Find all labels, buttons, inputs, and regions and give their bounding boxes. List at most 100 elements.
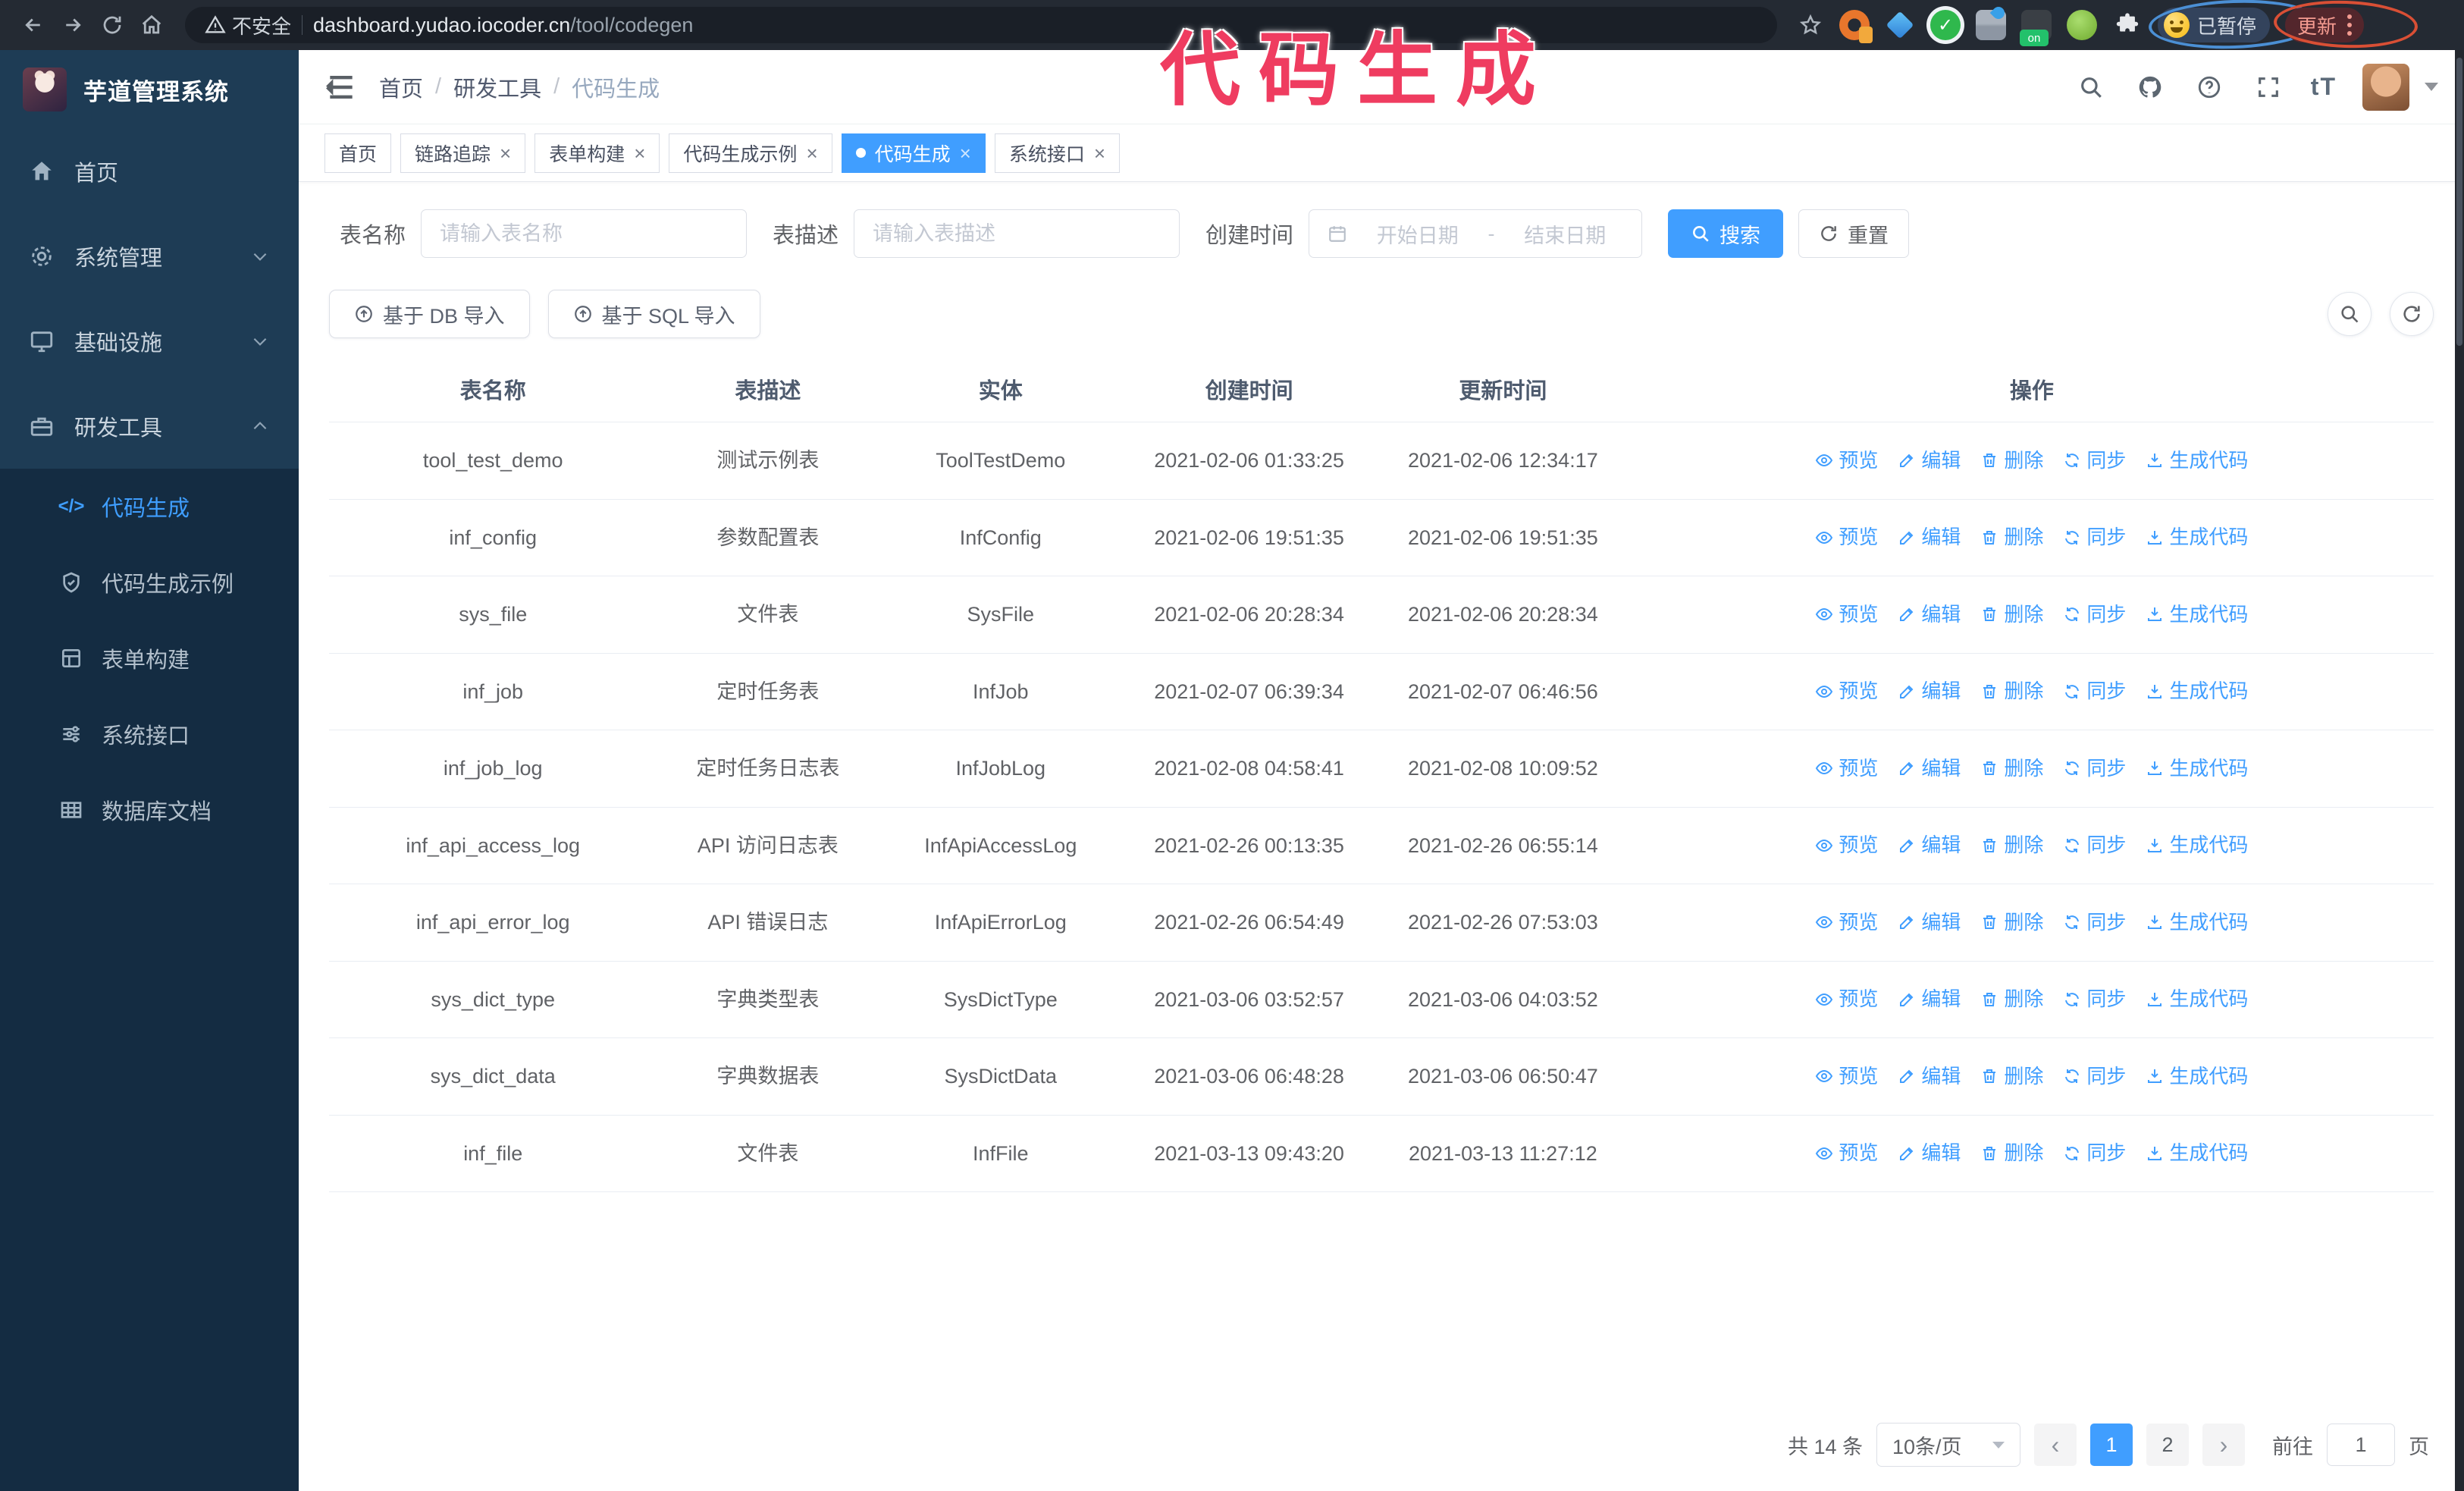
date-start-placeholder[interactable]: 开始日期 [1359, 219, 1476, 249]
delete-link[interactable]: 删除 [1980, 1138, 2043, 1168]
sync-link[interactable]: 同步 [2063, 984, 2126, 1014]
edit-link[interactable]: 编辑 [1898, 1138, 1961, 1168]
sidebar-item-devtools[interactable]: 研发工具 [0, 384, 299, 469]
generate-code-link[interactable]: 生成代码 [2146, 600, 2248, 629]
preview-link[interactable]: 预览 [1815, 600, 1878, 629]
search-button[interactable]: 搜索 [1668, 209, 1784, 258]
extension-icon-gem[interactable] [1885, 10, 1915, 40]
extension-icon-frog[interactable] [2067, 10, 2097, 40]
edit-link[interactable]: 编辑 [1898, 676, 1961, 706]
import-db-button[interactable]: 基于 DB 导入 [329, 290, 530, 338]
delete-link[interactable]: 删除 [1980, 446, 2043, 476]
close-icon[interactable]: × [1094, 143, 1105, 163]
generate-code-link[interactable]: 生成代码 [2146, 830, 2248, 860]
sync-link[interactable]: 同步 [2063, 1062, 2126, 1091]
sync-link[interactable]: 同步 [2063, 600, 2126, 629]
delete-link[interactable]: 删除 [1980, 830, 2043, 860]
page-button-1[interactable]: 1 [2090, 1424, 2133, 1466]
tab-system-api[interactable]: 系统接口 × [994, 133, 1121, 173]
table-name-input[interactable] [440, 221, 729, 246]
extension-icon-downloader[interactable]: on [2020, 10, 2052, 46]
preview-link[interactable]: 预览 [1815, 754, 1878, 783]
browser-menu-icon[interactable] [2347, 14, 2353, 36]
sync-link[interactable]: 同步 [2063, 676, 2126, 706]
generate-code-link[interactable]: 生成代码 [2146, 676, 2248, 706]
goto-page-input[interactable] [2327, 1424, 2395, 1466]
security-warning-icon[interactable]: 不安全 [205, 11, 291, 39]
delete-link[interactable]: 删除 [1980, 908, 2043, 937]
generate-code-link[interactable]: 生成代码 [2146, 984, 2248, 1014]
next-page-button[interactable]: › [2202, 1424, 2245, 1466]
sidebar-item-form-builder[interactable]: 表单构建 [0, 620, 299, 696]
edit-link[interactable]: 编辑 [1898, 600, 1961, 629]
forward-icon[interactable] [56, 8, 89, 42]
date-range-picker[interactable]: 开始日期 - 结束日期 [1309, 209, 1643, 258]
close-icon[interactable]: × [960, 143, 971, 163]
preview-link[interactable]: 预览 [1815, 676, 1878, 706]
generate-code-link[interactable]: 生成代码 [2146, 446, 2248, 476]
preview-link[interactable]: 预览 [1815, 908, 1878, 937]
window-scrollbar[interactable] [2455, 50, 2464, 1491]
refresh-table-button[interactable] [2390, 292, 2434, 336]
app-logo[interactable]: 芋道管理系统 [0, 50, 299, 129]
sync-link[interactable]: 同步 [2063, 446, 2126, 476]
preview-link[interactable]: 预览 [1815, 523, 1878, 552]
extension-icon-green-check[interactable]: ✓ [1930, 10, 1961, 40]
search-icon[interactable] [2074, 71, 2108, 104]
delete-link[interactable]: 删除 [1980, 754, 2043, 783]
help-icon[interactable] [2193, 71, 2226, 104]
home-icon[interactable] [135, 8, 168, 42]
delete-link[interactable]: 删除 [1980, 676, 2043, 706]
fullscreen-icon[interactable] [2252, 71, 2285, 104]
sidebar-item-system-api[interactable]: 系统接口 [0, 696, 299, 772]
delete-link[interactable]: 删除 [1980, 1062, 2043, 1091]
page-button-2[interactable]: 2 [2146, 1424, 2189, 1466]
reload-icon[interactable] [96, 8, 129, 42]
delete-link[interactable]: 删除 [1980, 984, 2043, 1014]
bookmark-star-icon[interactable] [1794, 8, 1827, 42]
delete-link[interactable]: 删除 [1980, 600, 2043, 629]
preview-link[interactable]: 预览 [1815, 984, 1878, 1014]
close-icon[interactable]: × [500, 143, 511, 163]
breadcrumb-devtools[interactable]: 研发工具 [453, 71, 541, 103]
generate-code-link[interactable]: 生成代码 [2146, 523, 2248, 552]
chrome-update-button[interactable]: 更新 [2272, 0, 2419, 51]
sidebar-item-codegen[interactable]: </> 代码生成 [0, 469, 299, 545]
font-size-icon[interactable]: tT [2311, 73, 2337, 101]
toggle-search-button[interactable] [2328, 292, 2372, 336]
reset-button[interactable]: 重置 [1798, 209, 1910, 258]
hamburger-icon[interactable] [324, 71, 358, 104]
breadcrumb-home[interactable]: 首页 [379, 71, 423, 103]
tab-codegen[interactable]: 代码生成 × [841, 133, 986, 173]
preview-link[interactable]: 预览 [1815, 1138, 1878, 1168]
sidebar-item-db-doc[interactable]: 数据库文档 [0, 772, 299, 848]
generate-code-link[interactable]: 生成代码 [2146, 754, 2248, 783]
page-size-select[interactable]: 10条/页 [1876, 1423, 2020, 1467]
github-icon[interactable] [2133, 71, 2167, 104]
sync-link[interactable]: 同步 [2063, 754, 2126, 783]
user-avatar[interactable] [2362, 63, 2409, 111]
sync-link[interactable]: 同步 [2063, 830, 2126, 860]
sync-link[interactable]: 同步 [2063, 908, 2126, 937]
avatar-caret-icon[interactable] [2425, 83, 2438, 91]
preview-link[interactable]: 预览 [1815, 830, 1878, 860]
generate-code-link[interactable]: 生成代码 [2146, 1138, 2248, 1168]
edit-link[interactable]: 编辑 [1898, 754, 1961, 783]
sync-link[interactable]: 同步 [2063, 523, 2126, 552]
tab-home[interactable]: 首页 [324, 133, 392, 173]
close-icon[interactable]: × [806, 143, 817, 163]
edit-link[interactable]: 编辑 [1898, 446, 1961, 476]
generate-code-link[interactable]: 生成代码 [2146, 1062, 2248, 1091]
back-icon[interactable] [17, 8, 50, 42]
preview-link[interactable]: 预览 [1815, 1062, 1878, 1091]
prev-page-button[interactable]: ‹ [2034, 1424, 2077, 1466]
table-desc-input[interactable] [873, 221, 1161, 246]
tab-form-builder[interactable]: 表单构建 × [534, 133, 660, 173]
edit-link[interactable]: 编辑 [1898, 908, 1961, 937]
tab-codegen-example[interactable]: 代码生成示例 × [669, 133, 832, 173]
extension-icon-grid-drop[interactable] [1976, 4, 2008, 40]
extension-icon-orange[interactable] [1839, 10, 1873, 43]
sync-link[interactable]: 同步 [2063, 1138, 2126, 1168]
tab-tracing[interactable]: 链路追踪 × [400, 133, 526, 173]
date-end-placeholder[interactable]: 结束日期 [1507, 219, 1624, 249]
